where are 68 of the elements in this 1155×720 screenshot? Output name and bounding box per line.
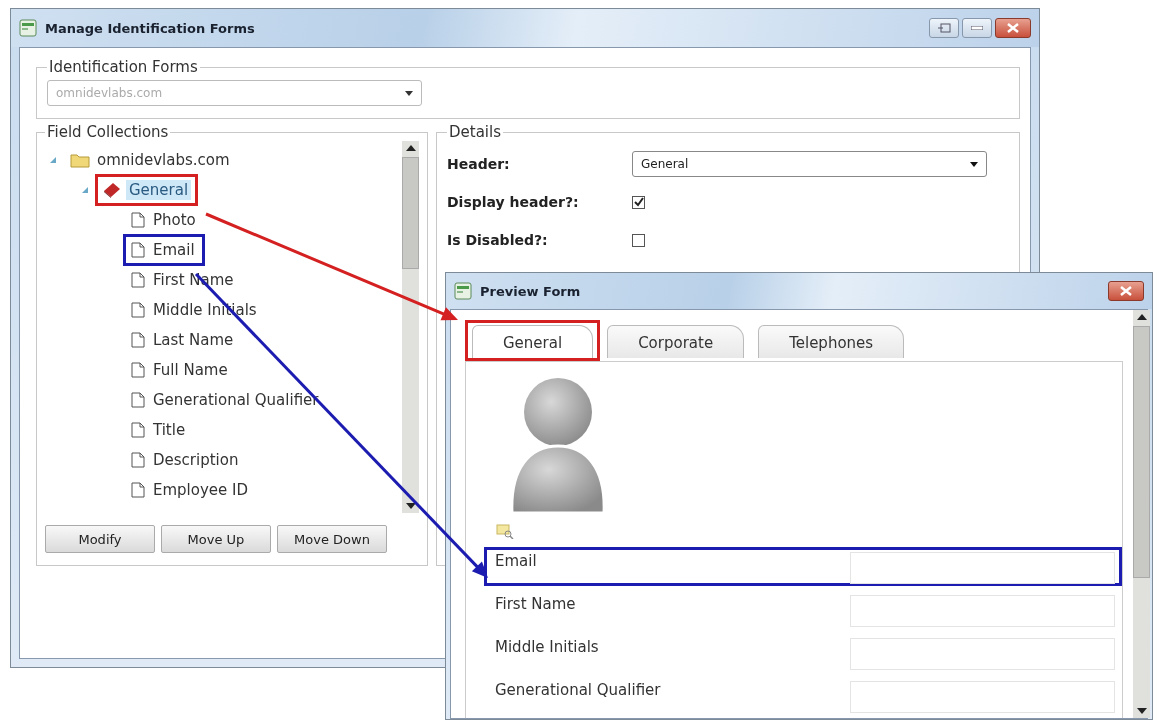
tree-item[interactable]: Description	[150, 450, 242, 470]
tree-item[interactable]: Full Name	[150, 360, 231, 380]
close-button[interactable]	[995, 18, 1031, 38]
tree-item[interactable]: Generational Qualifier	[150, 390, 322, 410]
window-icon	[937, 23, 951, 33]
field-label: Email	[495, 552, 537, 570]
tab[interactable]: Corporate	[607, 325, 745, 358]
tree-item[interactable]: omnidevlabs.com	[94, 150, 233, 170]
scrollbar[interactable]	[402, 141, 419, 513]
action-button[interactable]: Move Up	[161, 525, 271, 553]
window-title: Preview Form	[480, 283, 581, 299]
checkbox[interactable]	[632, 233, 645, 247]
input-field[interactable]	[850, 638, 1115, 670]
header-dropdown[interactable]: General	[632, 151, 987, 177]
document-icon	[130, 422, 146, 438]
action-button[interactable]: Modify	[45, 525, 155, 553]
action-button[interactable]: Move Down	[277, 525, 387, 553]
document-icon	[130, 362, 146, 378]
document-icon	[130, 212, 146, 228]
tree-item[interactable]: Title	[150, 420, 189, 440]
tree-item[interactable]: Photo	[150, 210, 199, 230]
folder-icon	[70, 152, 90, 168]
tree-item[interactable]: Email	[150, 240, 198, 260]
field-label: Display header?:	[447, 194, 580, 210]
close-icon	[1007, 23, 1019, 33]
tab[interactable]: Telephones	[758, 325, 905, 358]
close-button[interactable]	[1108, 281, 1144, 301]
close-icon	[1120, 286, 1132, 296]
scroll-down-icon	[405, 503, 416, 509]
input-field[interactable]	[850, 552, 1115, 584]
field-label: Generational Qualifier	[495, 681, 661, 699]
field-label: Middle Initials	[495, 638, 599, 656]
minimize-icon	[971, 26, 983, 30]
field-label: First Name	[495, 595, 576, 613]
input-field[interactable]	[850, 595, 1115, 627]
tree-item[interactable]: Last Name	[150, 330, 237, 350]
document-icon	[130, 272, 146, 288]
scroll-thumb[interactable]	[1133, 326, 1150, 578]
scrollbar[interactable]	[1133, 310, 1150, 718]
image-search-icon[interactable]	[496, 523, 514, 539]
field-label: Is Disabled?:	[447, 232, 549, 248]
dropdown-arrow-icon	[405, 90, 413, 96]
document-icon	[130, 482, 146, 498]
group-legend: Field Collections	[45, 123, 171, 141]
input-field[interactable]	[850, 681, 1115, 713]
scroll-up-icon	[1136, 314, 1147, 320]
restore-button[interactable]	[929, 18, 959, 38]
field-label: Header:	[447, 156, 511, 172]
expander-icon[interactable]	[81, 186, 89, 194]
tab[interactable]: General	[472, 325, 594, 358]
document-icon	[130, 242, 146, 258]
group-legend: Identification Forms	[47, 58, 200, 76]
expander-icon[interactable]	[49, 156, 57, 164]
scroll-up-icon	[405, 145, 416, 151]
document-icon	[130, 332, 146, 348]
document-icon	[130, 452, 146, 468]
dropdown-arrow-icon	[970, 161, 978, 167]
tree-item[interactable]: General	[126, 180, 192, 200]
checkbox[interactable]	[632, 195, 645, 209]
scroll-thumb[interactable]	[402, 157, 419, 269]
group-legend: Details	[447, 123, 503, 141]
document-icon	[130, 392, 146, 408]
form-icon	[19, 19, 37, 37]
tree-item[interactable]: Employee ID	[150, 480, 252, 500]
document-icon	[130, 302, 146, 318]
scroll-down-icon	[1136, 708, 1147, 714]
form-icon	[454, 282, 472, 300]
window-title: Manage Identification Forms	[45, 20, 255, 36]
